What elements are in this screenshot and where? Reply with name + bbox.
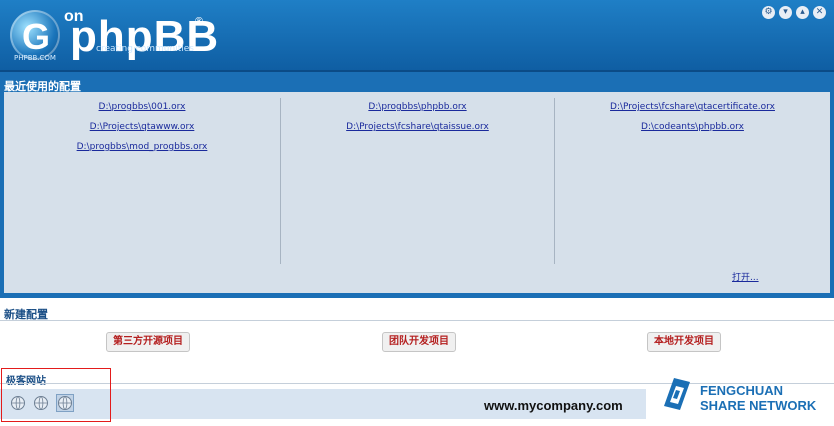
logo-subtext: PHPBB.COM [14, 54, 56, 62]
logo-g-glyph: G [22, 16, 51, 57]
recent-config-link[interactable]: D:\progbbs\001.orx [99, 102, 186, 116]
recent-config-link[interactable]: D:\Projects\qtawww.orx [90, 122, 195, 136]
company-name: FENGCHUAN SHARE NETWORK [700, 383, 816, 413]
logo-tagline: creating communities [96, 44, 194, 54]
recent-config-link[interactable]: D:\Projects\fcshare\qtaissue.orx [346, 122, 489, 136]
phpbb-logo: G PHPBB.COM on phpBB ® creating communit… [8, 6, 218, 64]
section-divider [0, 320, 834, 321]
open-config-link[interactable]: 打开... [732, 270, 759, 283]
recent-column-3: D:\Projects\fcshare\qtacertificate.orx D… [555, 96, 830, 262]
company-name-line1: FENGCHUAN [700, 383, 784, 398]
recent-config-link[interactable]: D:\progbbs\mod_progbbs.orx [77, 142, 208, 156]
recent-config-link[interactable]: D:\Projects\fcshare\qtacertificate.orx [610, 102, 775, 116]
recent-configs-panel: D:\progbbs\001.orx D:\Projects\qtawww.or… [4, 92, 830, 293]
recent-config-link[interactable]: D:\codeants\phpbb.orx [641, 122, 744, 136]
recent-column-2: D:\progbbs\phpbb.orx D:\Projects\fcshare… [281, 96, 554, 262]
company-url[interactable]: www.mycompany.com [484, 398, 623, 413]
third-party-project-button[interactable]: 第三方开源项目 [106, 332, 190, 352]
logo-registered: ® [194, 16, 204, 27]
local-project-button[interactable]: 本地开发项目 [647, 332, 721, 352]
minimize-icon[interactable]: ▾ [779, 6, 792, 19]
team-project-button[interactable]: 团队开发项目 [382, 332, 456, 352]
window-controls: ⚙ ▾ ▴ ✕ [762, 6, 826, 19]
highlight-box [1, 368, 111, 422]
app-header: G PHPBB.COM on phpBB ® creating communit… [0, 0, 834, 72]
gear-icon[interactable]: ⚙ [762, 6, 775, 19]
company-name-line2: SHARE NETWORK [700, 398, 817, 413]
close-icon[interactable]: ✕ [813, 6, 826, 19]
recent-column-1: D:\progbbs\001.orx D:\Projects\qtawww.or… [4, 96, 280, 262]
recent-configs-section: 最近使用的配置 D:\progbbs\001.orx D:\Projects\q… [0, 72, 834, 298]
maximize-icon[interactable]: ▴ [796, 6, 809, 19]
recent-config-link[interactable]: D:\progbbs\phpbb.orx [368, 102, 466, 116]
fengchuan-logo-icon [664, 378, 690, 410]
